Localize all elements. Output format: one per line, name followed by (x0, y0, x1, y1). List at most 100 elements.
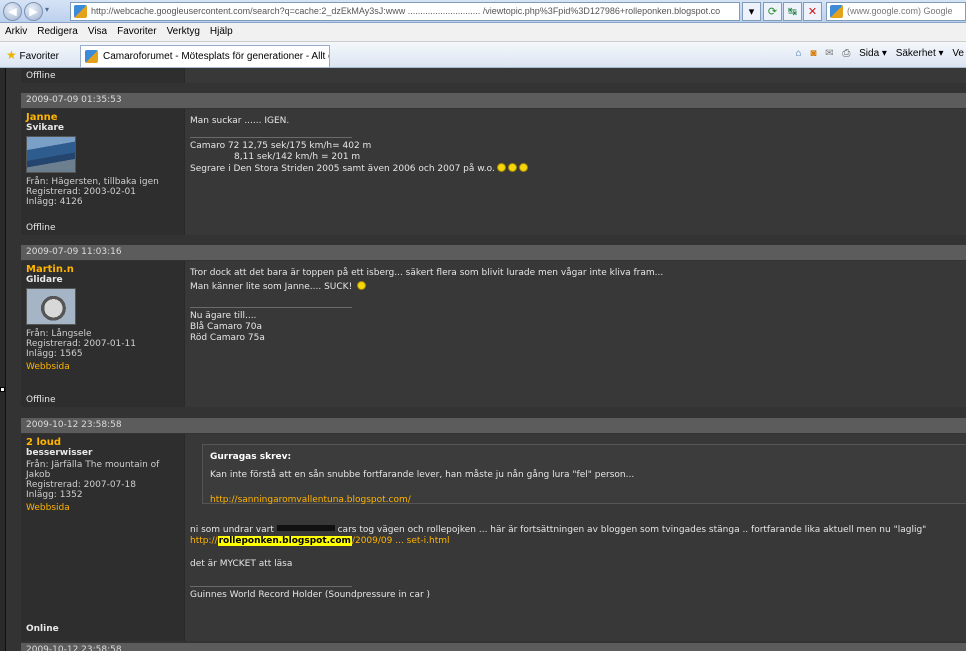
menu-redigera[interactable]: Redigera (32, 23, 83, 37)
user-cell: Martin.n Glidare Från: Långsele Registre… (21, 261, 184, 407)
tab-favicon-icon (85, 50, 98, 63)
signature-line-wrapper: Segrare i Den Stora Striden 2005 samt äv… (190, 163, 962, 175)
previous-post-tail: Offline (21, 68, 966, 83)
search-input[interactable]: (www.google.com) Google (826, 2, 966, 21)
url-field[interactable]: http://webcache.googleusercontent.com/se… (70, 2, 740, 21)
user-post-count: Inlägg: 1565 (26, 349, 83, 359)
username-link[interactable]: Martin.n (26, 264, 179, 275)
search-provider-icon (830, 5, 843, 18)
post-body: Gurragas skrev: Kan inte förstå att en s… (184, 434, 966, 641)
user-registered: Registrerad: 2003-02-01 (26, 187, 136, 197)
menu-bar: Arkiv Redigera Visa Favoriter Verktyg Hjälp (0, 23, 966, 42)
home-icon[interactable]: ⌂ (796, 48, 802, 59)
forward-button[interactable]: ▶ (24, 2, 43, 21)
signature-divider (190, 137, 352, 138)
post-date-bar: 2009-07-09 01:35:53 (21, 93, 966, 108)
refresh-button[interactable]: ⟳ (763, 2, 782, 21)
user-status: Offline (26, 395, 56, 405)
tab-title: Camaroforumet - Mötesplats för generatio… (103, 51, 330, 62)
menu-favoriter[interactable]: Favoriter (112, 23, 161, 37)
redacted-text (276, 525, 335, 531)
post-body: Tror dock att det bara är toppen på ett … (184, 261, 966, 407)
user-location: Från: Hägersten, tillbaka igen (26, 177, 159, 187)
post-message: Man känner lite som Janne.... SUCK! (190, 282, 353, 292)
tab-camaroforumet[interactable]: Camaroforumet - Mötesplats för generatio… (80, 45, 330, 67)
signature-line: Camaro 72 12,75 sek/175 km/h= 402 m (190, 141, 372, 151)
user-registered: Registrerad: 2007-07-18 (26, 480, 136, 490)
post-date-bar: 2009-07-09 11:03:16 (21, 245, 966, 260)
forum-page: Offline 2009-07-09 01:35:53 Janne Svikar… (5, 68, 966, 651)
user-rank: besserwisser (26, 448, 93, 458)
blog-link-suffix: /2009/09 ... set-i.html (351, 536, 450, 546)
signature-divider (190, 586, 352, 587)
site-favicon-icon (74, 5, 87, 18)
post-body: Man suckar ...... IGEN. Camaro 72 12,75 … (184, 109, 966, 235)
post-date-bar: 2009-10-12 23:58:58 (21, 643, 966, 651)
star-icon: ★ (6, 48, 17, 62)
history-dropdown-icon[interactable]: ▾ (45, 5, 49, 14)
post-message-wrapper: Man känner lite som Janne.... SUCK! (190, 281, 962, 293)
smiley-icon (496, 163, 506, 172)
user-website-link[interactable]: Webbsida (26, 503, 179, 513)
user-cell: 2 loud besserwisser Från: Järfälla The m… (21, 434, 184, 641)
previous-status: Offline (26, 71, 56, 81)
avatar (26, 288, 76, 325)
blog-link[interactable]: http://rolleponken.blogspot.com/2009/09 … (190, 536, 962, 547)
post-2loud: 2 loud besserwisser Från: Järfälla The m… (21, 434, 966, 641)
url-text: http://webcache.googleusercontent.com/se… (91, 6, 721, 16)
post-message: det är MYCKET att läsa (190, 559, 293, 569)
user-rank: Svikare (26, 123, 65, 133)
post-message: Man suckar ...... IGEN. (190, 116, 290, 126)
user-post-count: Inlägg: 1352 (26, 490, 83, 500)
blog-link-prefix: http:// (190, 536, 218, 546)
mail-icon[interactable]: ✉ (825, 48, 833, 59)
username-link[interactable]: 2 loud (26, 437, 179, 448)
user-cell: Janne Svikare Från: Hägersten, tillbaka … (21, 109, 184, 235)
favorites-button[interactable]: ★ Favoriter (6, 48, 59, 62)
back-button[interactable]: ◀ (3, 2, 22, 21)
print-icon[interactable]: ⎙ (842, 48, 850, 59)
post-message-wrapper: ni som undrar vart cars tog vägen och ro… (190, 525, 962, 536)
user-registered: Registrerad: 2007-01-11 (26, 339, 136, 349)
post-message: Tror dock att det bara är toppen på ett … (190, 268, 664, 278)
post-martin: Martin.n Glidare Från: Långsele Registre… (21, 261, 966, 407)
user-status: Online (26, 624, 59, 634)
url-dropdown-button[interactable]: ▾ (742, 2, 761, 21)
smiley-icon (518, 163, 528, 172)
user-location: Från: Långsele (26, 329, 92, 339)
signature-line: Guinnes World Record Holder (Soundpressu… (190, 590, 431, 600)
user-status: Offline (26, 223, 56, 233)
feeds-icon[interactable]: ◙ (810, 48, 816, 59)
favorites-bar: ★ Favoriter Camaroforumet - Mötesplats f… (0, 42, 966, 68)
user-website-link[interactable]: Webbsida (26, 362, 179, 372)
avatar (26, 136, 76, 173)
signature-line: 8,11 sek/142 km/h = 201 m (234, 152, 361, 162)
blog-link-highlight: rolleponken.blogspot.com (217, 536, 352, 546)
previous-user-cell: Offline (21, 68, 184, 83)
quote-box: Gurragas skrev: Kan inte förstå att en s… (202, 444, 966, 506)
menu-visa[interactable]: Visa (83, 23, 112, 37)
user-post-count: Inlägg: 4126 (26, 197, 83, 207)
quote-link[interactable]: http://sanningaromvallentuna.blogspot.co… (210, 495, 964, 506)
go-arrows-icon[interactable]: ↹ (783, 2, 802, 21)
post-message-part: ni som undrar vart (190, 525, 274, 535)
command-bar: ⌂ ◙ ✉ ⎙ Sida ▾ Säkerhet ▾ Ve (790, 48, 965, 59)
post-janne: Janne Svikare Från: Hägersten, tillbaka … (21, 109, 966, 235)
user-rank: Glidare (26, 275, 63, 285)
previous-post-cell (184, 68, 966, 83)
quote-author: Gurragas skrev: (210, 452, 292, 462)
username-link[interactable]: Janne (26, 112, 179, 123)
menu-verktyg[interactable]: Verktyg (162, 23, 205, 37)
menu-hjalp[interactable]: Hjälp (205, 23, 238, 37)
safety-menu[interactable]: Säkerhet ▾ (896, 48, 944, 59)
page-menu[interactable]: Sida ▾ (859, 48, 887, 59)
smiley-icon (507, 163, 517, 172)
tools-menu[interactable]: Ve (952, 48, 964, 59)
signature-divider (190, 307, 352, 308)
search-placeholder: (www.google.com) Google (847, 6, 953, 16)
post-message-part: cars tog vägen och rollepojken ... här ä… (337, 525, 927, 535)
signature-line: Nu ägare till.... (190, 311, 257, 321)
favorites-label: Favoriter (19, 51, 59, 62)
menu-arkiv[interactable]: Arkiv (0, 23, 32, 37)
stop-button[interactable]: ✕ (803, 2, 822, 21)
